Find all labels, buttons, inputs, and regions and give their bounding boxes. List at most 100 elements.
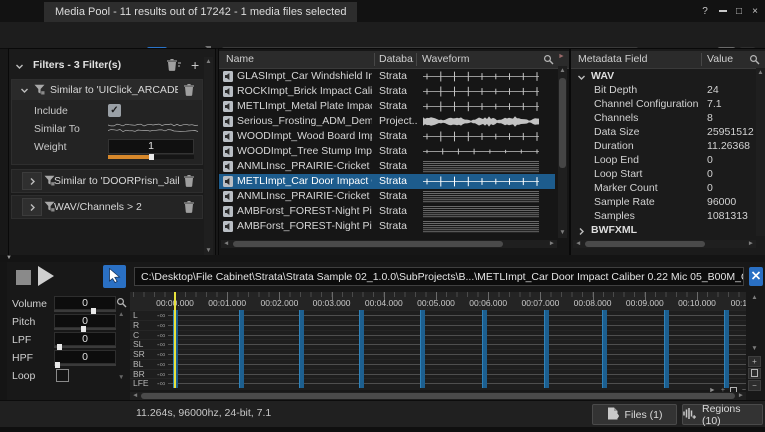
delete-filter-button[interactable] [184, 201, 194, 213]
file-row[interactable]: ANMLInsc_PRAIRIE-Cricket Wind GStrata [219, 159, 555, 174]
scroll-left-icon[interactable]: ◄ [223, 240, 229, 248]
metadata-column-field[interactable]: Metadata Field [578, 51, 698, 68]
file-row[interactable]: ROCKImpt_Brick Impact Caliber 0.2Strata [219, 84, 555, 99]
fit-view-button[interactable] [749, 267, 763, 286]
delete-filter-button[interactable] [184, 84, 194, 96]
scroll-down-icon[interactable]: ▼ [558, 229, 567, 237]
filter-card-header[interactable]: Similar to 'UIClick_ARCADE-Cli... [12, 80, 202, 100]
file-row[interactable]: METLImpt_Metal Plate Impact CalibStrata [219, 99, 555, 114]
metadata-field-row[interactable]: Channels8 [571, 111, 756, 125]
file-row[interactable]: ANMLInsc_PRAIRIE-Cricket Wind GStrata [219, 189, 555, 204]
scrollbar-thumb[interactable] [233, 241, 503, 247]
metadata-field-row[interactable]: Bit Depth24 [571, 83, 756, 97]
file-row[interactable]: METLImpt_Car Door Impact CaliberStrata [219, 174, 555, 189]
list-search-icon[interactable] [543, 54, 554, 65]
stop-button[interactable] [16, 270, 31, 285]
regions-button[interactable]: Regions (10) [682, 404, 763, 425]
scroll-left-icon[interactable]: ◄ [575, 240, 581, 248]
delete-filter-button[interactable] [184, 175, 194, 187]
zoom-fit-button[interactable] [748, 368, 761, 379]
filter-expand-button[interactable] [22, 172, 42, 190]
scroll-up-icon[interactable]: ▲ [118, 311, 124, 318]
param-value[interactable]: 0 [54, 332, 116, 346]
list-pin-icon[interactable]: ► [558, 53, 565, 60]
file-row[interactable]: AMBForst_FOREST-Night Pine Win(Strata [219, 219, 555, 234]
metadata-field-row[interactable]: Samples1081313 [571, 209, 756, 223]
metadata-search-icon[interactable] [749, 54, 760, 65]
play-button[interactable] [38, 266, 54, 286]
loop-checkbox[interactable] [56, 369, 69, 382]
add-filter-button[interactable]: + [191, 57, 199, 73]
metadata-field-row[interactable]: Loop Start0 [571, 167, 756, 181]
file-list-hscrollbar[interactable]: ◄ ► [221, 240, 557, 248]
file-row[interactable]: AMBForst_FOREST-Night Pine Win(Strata [219, 204, 555, 219]
metadata-scrollbar[interactable]: ▲ [756, 68, 765, 236]
zoom-in-button[interactable]: + [748, 356, 761, 367]
scroll-left-icon[interactable]: ◄ [132, 392, 138, 400]
files-button[interactable]: Files (1) [592, 404, 677, 425]
file-list-scrollbar[interactable]: ▲ ▼ [558, 66, 567, 238]
weight-slider[interactable] [108, 155, 194, 159]
window-tab[interactable]: Media Pool - 11 results out of 17242 - 1… [44, 2, 357, 22]
filter-expand-button[interactable] [22, 198, 42, 216]
close-button[interactable]: × [747, 4, 763, 19]
metadata-field-row[interactable]: Data Size25951512 [571, 125, 756, 139]
minimize-button[interactable] [715, 4, 731, 19]
selection-cursor-button[interactable] [103, 265, 126, 288]
filters-scrollbar[interactable]: ▲ ▼ [204, 57, 213, 257]
metadata-field-row[interactable]: Loop End0 [571, 153, 756, 167]
help-button[interactable]: ? [697, 4, 713, 19]
file-row[interactable]: WOODImpt_Tree Stump Impact CaStrata [219, 144, 555, 159]
group-chevron-icon[interactable] [577, 227, 586, 239]
scroll-up-icon[interactable]: ▲ [750, 294, 759, 302]
scrollbar-thumb[interactable] [559, 78, 566, 168]
scroll-right-icon[interactable]: ► [738, 392, 744, 400]
include-checkbox[interactable]: ✓ [108, 104, 121, 117]
param-slider[interactable] [54, 364, 116, 366]
metadata-hscrollbar[interactable]: ◄ ► [573, 240, 756, 248]
scrollbar-thumb[interactable] [585, 241, 705, 247]
maximize-button[interactable]: □ [731, 4, 747, 19]
param-value[interactable]: 0 [54, 350, 116, 364]
file-row[interactable]: Serious_Frosting_ADM_Demo_V23_Project... [219, 114, 555, 129]
scroll-right-icon[interactable]: ► [748, 240, 754, 248]
scroll-up-icon[interactable]: ▲ [204, 58, 213, 66]
scroll-up-icon[interactable]: ▲ [558, 67, 567, 75]
column-header-name[interactable]: Name [226, 51, 371, 68]
metadata-field-row[interactable]: Duration11.26368 [571, 139, 756, 153]
metadata-group-row[interactable]: WAV [571, 69, 756, 83]
timeline-hscrollbar[interactable]: ◄ ► [130, 392, 746, 400]
scroll-down-icon[interactable]: ▼ [204, 247, 213, 255]
scroll-down-icon[interactable]: ▼ [118, 374, 124, 381]
metadata-field-row[interactable]: Channel Configuration7.1 [571, 97, 756, 111]
splitter-handle-icon[interactable]: ▼ [6, 255, 12, 261]
metadata-column-value[interactable]: Value [707, 51, 745, 68]
timeline-ruler[interactable]: 00:00.00000:01.00000:02.00000:03.00000:0… [130, 292, 746, 311]
metadata-field-row[interactable]: Sample Rate96000 [571, 195, 756, 209]
param-slider[interactable] [54, 310, 116, 312]
playhead[interactable] [174, 292, 176, 388]
splitter[interactable] [0, 255, 765, 262]
param-slider[interactable] [54, 328, 116, 330]
param-slider-handle[interactable] [55, 362, 60, 368]
param-value[interactable]: 0 [54, 296, 116, 310]
file-row[interactable]: WOODImpt_Wood Board Impact CStrata [219, 129, 555, 144]
weight-slider-handle[interactable] [149, 154, 154, 160]
param-slider[interactable] [54, 346, 116, 348]
weight-value[interactable]: 1 [108, 139, 194, 154]
file-row[interactable]: GLASImpt_Car Windshield Impact (Strata [219, 69, 555, 84]
scrollbar-thumb[interactable] [141, 393, 735, 399]
collapse-chevron-icon[interactable] [15, 62, 24, 71]
clear-all-filters-button[interactable] [167, 59, 181, 71]
column-header-database[interactable]: Databa... [379, 51, 414, 68]
scroll-down-icon[interactable]: ▼ [750, 345, 759, 353]
scroll-up-icon[interactable]: ▲ [756, 69, 765, 77]
player-zoom-icon[interactable] [116, 297, 127, 311]
scroll-right-icon[interactable]: ► [549, 240, 555, 248]
timeline[interactable]: 00:00.00000:01.00000:02.00000:03.00000:0… [130, 292, 746, 390]
file-path-field[interactable]: C:\Desktop\File Cabinet\Strata\Strata Sa… [134, 267, 744, 286]
metadata-field-row[interactable]: Marker Count0 [571, 181, 756, 195]
zoom-out-button[interactable]: − [748, 380, 761, 391]
collapse-chevron-icon[interactable] [20, 86, 29, 95]
metadata-group-row[interactable]: BWFXML [571, 223, 756, 237]
